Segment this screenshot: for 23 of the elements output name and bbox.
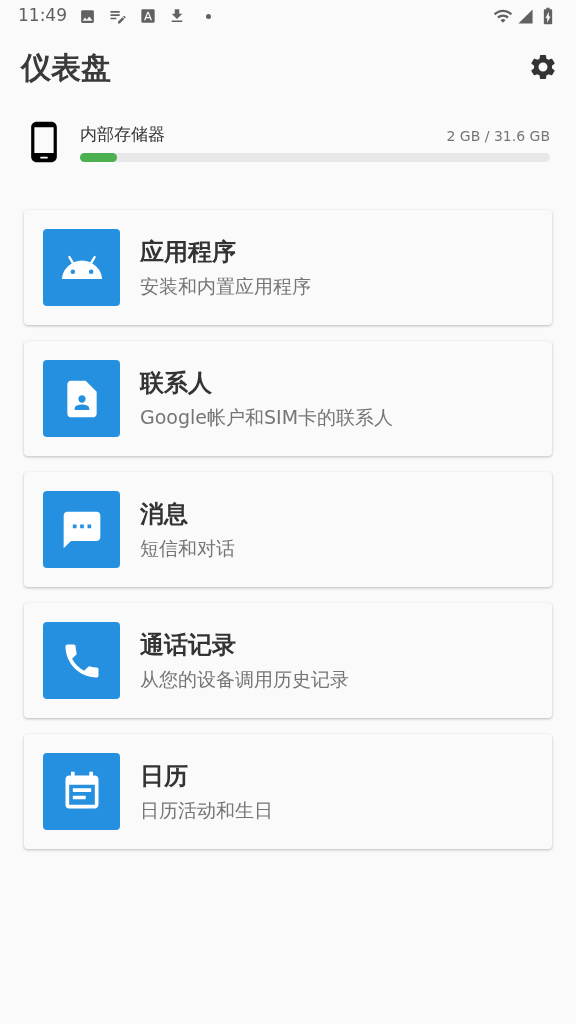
card-subtitle: 安装和内置应用程序 bbox=[140, 274, 311, 299]
dashboard-card[interactable]: 联系人 Google帐户和SIM卡的联系人 bbox=[24, 341, 552, 456]
card-title: 消息 bbox=[140, 498, 189, 529]
storage-reading: 2 GB / 31.6 GB bbox=[446, 127, 550, 147]
font-icon bbox=[140, 8, 156, 24]
card-subtitle: 从您的设备调用历史记录 bbox=[140, 667, 349, 692]
signal-icon bbox=[517, 7, 534, 25]
card-subtitle: Google帐户和SIM卡的联系人 bbox=[140, 405, 394, 430]
dashboard-card[interactable]: 日历 日历活动和生日 bbox=[24, 734, 552, 849]
dashboard-card[interactable]: 消息 短信和对话 bbox=[24, 472, 552, 587]
card-title: 通话记录 bbox=[140, 629, 237, 660]
card-subtitle: 短信和对话 bbox=[140, 536, 235, 561]
card-subtitle: 日历活动和生日 bbox=[140, 798, 273, 823]
dashboard-card[interactable]: 通话记录 从您的设备调用历史记录 bbox=[24, 603, 552, 718]
storage-label: 内部存储器 bbox=[80, 122, 165, 146]
settings-button[interactable] bbox=[528, 52, 558, 82]
status-time: 11:49 bbox=[18, 4, 67, 28]
card-title: 应用程序 bbox=[140, 236, 237, 267]
card-title: 联系人 bbox=[140, 367, 213, 398]
card-title: 日历 bbox=[140, 760, 189, 791]
image-icon bbox=[79, 7, 96, 25]
page-title: 仪表盘 bbox=[21, 48, 111, 87]
dashboard-card[interactable]: 应用程序 安装和内置应用程序 bbox=[24, 210, 552, 325]
